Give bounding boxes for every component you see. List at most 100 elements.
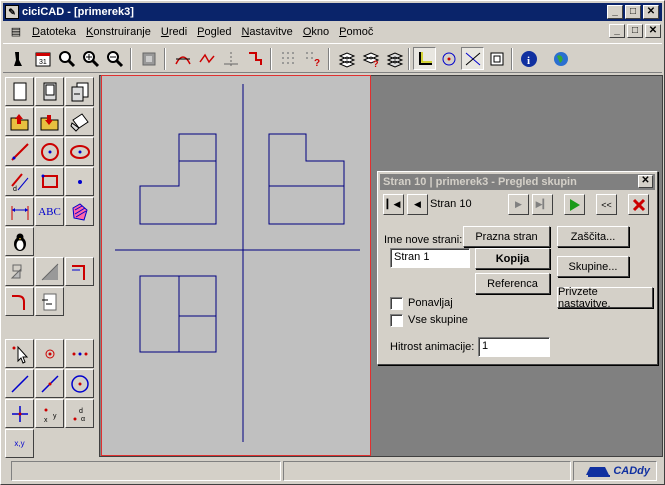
snap-box-icon[interactable] [485,47,508,70]
refresh-icon[interactable] [137,47,160,70]
layers-config-icon[interactable] [383,47,406,70]
repeat-checkbox[interactable] [390,297,403,310]
text-tool-icon[interactable]: ABC [35,197,64,226]
dialog-close-button[interactable]: ✕ [638,175,653,188]
animation-speed-input[interactable]: 1 [478,337,550,357]
split-tool-icon[interactable] [35,287,64,316]
empty-page-button[interactable]: Prazna stran [463,226,550,247]
zoom-in-icon[interactable] [79,47,102,70]
target-point-icon[interactable] [35,339,64,368]
play-animation-icon[interactable] [564,194,585,215]
folder-down-icon[interactable] [35,107,64,136]
parallel-line-icon[interactable]: d [5,167,34,196]
close-button[interactable]: ✕ [643,5,659,19]
calendar-icon[interactable]: 31 [31,47,54,70]
menu-konstruiranje[interactable]: Konstruiranje [81,26,156,38]
zoom-out-icon[interactable] [103,47,126,70]
last-page-icon[interactable]: ▶▎ [532,194,553,215]
prev-page-icon[interactable]: ◀ [407,194,428,215]
groups-button[interactable]: Skupine... [557,256,629,277]
app-icon[interactable]: ✎ [5,5,19,19]
menu-bar: ▤ Datoteka Konstruiranje Uredi Pogled Na… [3,23,662,41]
line-tool-icon[interactable] [5,137,34,166]
first-page-icon[interactable]: ▎◀ [383,194,404,215]
maximize-button[interactable]: □ [625,5,641,19]
car-logo-icon [586,467,611,477]
protection-button[interactable]: Zaščita... [557,226,629,247]
snap-circle-icon[interactable] [437,47,460,70]
grid-help-icon[interactable]: ? [301,47,324,70]
dialog-title: Stran 10 | primerek3 - Pregled skupin [380,174,655,190]
apply-defaults-button[interactable]: Privzete nastavitve. [557,286,653,310]
svg-text:i: i [527,55,530,67]
fill-tool-icon[interactable] [35,257,64,286]
menu-uredi[interactable]: Uredi [156,26,192,38]
new-page-icon[interactable] [5,77,34,106]
zoom-icon[interactable] [55,47,78,70]
delete-icon[interactable] [628,194,649,215]
new-page-name-input[interactable]: Stran 1 [390,248,470,268]
page-view-icon[interactable] [35,77,64,106]
svg-text:y: y [53,413,57,420]
offset-point-icon[interactable]: xy [35,399,64,428]
folder-up-icon[interactable] [5,107,34,136]
intersection-point-icon[interactable] [5,399,34,428]
main-window: ✎ ciciCAD - [primerek3] _ □ ✕ ▤ Datoteka… [0,0,665,485]
arc-curve-icon[interactable] [171,47,194,70]
next-page-icon[interactable]: ▶ [508,194,529,215]
menu-pomoc[interactable]: Pomoč [334,26,378,38]
line-point-icon[interactable] [5,369,34,398]
rectangle-tool-icon[interactable] [35,167,64,196]
polar-point-icon[interactable]: dα [65,399,94,428]
repeat-label: Ponavljaj [408,297,453,309]
menu-datoteka[interactable]: Datoteka [27,26,81,38]
circle-tool-icon[interactable] [35,137,64,166]
child-minimize-button[interactable]: _ [609,24,625,38]
document-icon[interactable]: ▤ [9,25,23,39]
layers-icon[interactable] [335,47,358,70]
minimize-button[interactable]: _ [607,5,623,19]
web-globe-icon[interactable] [549,47,572,70]
grid-icon[interactable] [277,47,300,70]
snap-intersection-icon[interactable] [461,47,484,70]
mirror-tool-icon[interactable] [5,257,34,286]
svg-text:31: 31 [39,59,47,66]
hatch-tool-icon[interactable] [65,197,94,226]
drawing-sheet[interactable] [101,75,371,456]
reference-button[interactable]: Referenca [475,273,550,294]
wave-curve-icon[interactable] [195,47,218,70]
dimension-tool-icon[interactable] [5,197,34,226]
copy-button[interactable]: Kopija [475,248,550,269]
step-curve-icon[interactable] [243,47,266,70]
rewind-button[interactable]: << [596,194,617,215]
fillet-tool-icon[interactable] [5,287,34,316]
info-icon[interactable]: i [517,47,540,70]
pages-stack-icon[interactable] [65,107,94,136]
menu-nastavitve[interactable]: Nastavitve [236,26,297,38]
coordinate-point-icon[interactable]: x,y [5,429,34,458]
penguin-icon[interactable] [5,227,34,256]
corner-tool-icon[interactable] [65,257,94,286]
menu-okno[interactable]: Okno [298,26,334,38]
ortho-icon[interactable] [413,47,436,70]
menu-pogled[interactable]: Pogled [192,26,236,38]
pen-icon[interactable] [7,47,30,70]
side-view-shape [268,133,345,225]
circle-center-icon[interactable] [65,369,94,398]
child-close-button[interactable]: ✕ [645,24,661,38]
line-midpoint-icon[interactable] [35,369,64,398]
title-bar: ✎ ciciCAD - [primerek3] _ □ ✕ [3,3,662,21]
page-copy-icon[interactable] [65,77,94,106]
dashed-line-icon[interactable] [219,47,242,70]
select-pointer-icon[interactable] [5,339,34,368]
svg-text:?: ? [314,58,320,68]
ellipse-tool-icon[interactable] [65,137,94,166]
multi-point-icon[interactable] [65,339,94,368]
front-view-shape [139,133,217,225]
caddy-logo: CADdy [573,461,657,481]
child-restore-button[interactable]: □ [627,24,643,38]
point-tool-icon[interactable] [65,167,94,196]
all-groups-checkbox[interactable] [390,314,403,327]
status-pane-left [11,461,281,481]
layers-help-icon[interactable]: ? [359,47,382,70]
